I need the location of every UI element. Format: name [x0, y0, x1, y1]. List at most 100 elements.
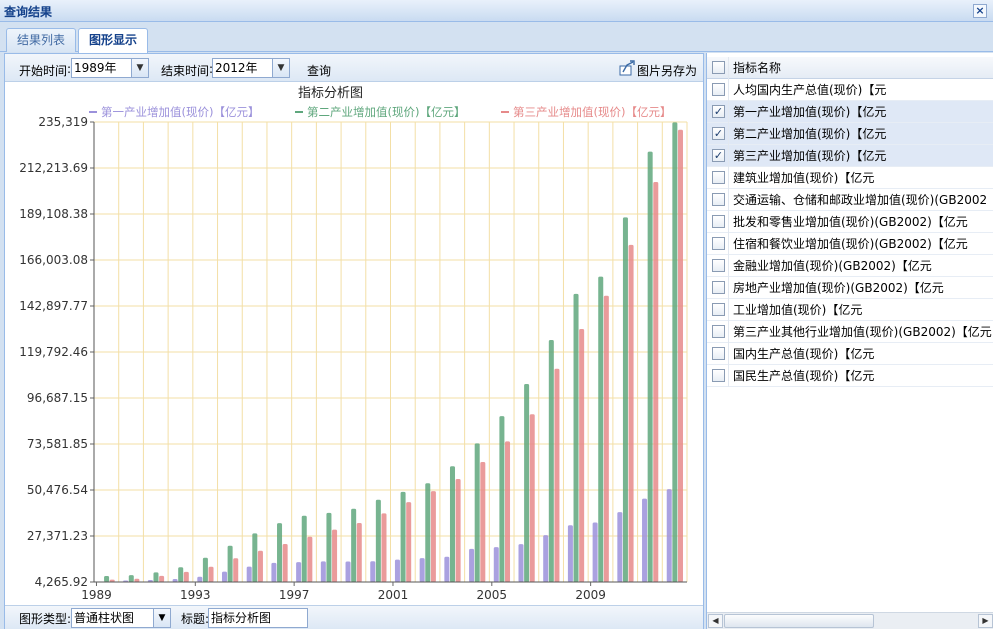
list-item[interactable]: 国内生产总值(现价)【亿元 — [707, 343, 993, 365]
bar — [455, 478, 461, 582]
chart-type-select[interactable]: 普通柱状图 ▼ — [71, 608, 171, 628]
start-time-select[interactable]: 1989年 ▼ — [71, 58, 149, 78]
end-time-select[interactable]: 2012年 ▼ — [212, 58, 290, 78]
bar — [449, 466, 455, 582]
indicator-checkbox[interactable] — [712, 193, 725, 206]
bar — [444, 556, 450, 582]
chart-area: 4,265.92 27,371.23 50,476.54 73,581.85 96,68… — [5, 83, 703, 604]
x-tick-label: 2005 — [477, 588, 508, 602]
list-item[interactable]: 房地产业增加值(现价)(GB2002)【亿元 — [707, 277, 993, 299]
indicator-name: 第三产业其他行业增加值(现价)(GB2002)【亿元 — [733, 325, 992, 339]
bar — [474, 443, 480, 582]
indicator-name: 第二产业增加值(现价)【亿元 — [733, 127, 887, 141]
x-tick-label: 1993 — [180, 588, 211, 602]
list-item[interactable]: ✓ 第二产业增加值(现价)【亿元 — [707, 123, 993, 145]
save-image-icon[interactable] — [619, 60, 635, 76]
bar — [183, 571, 189, 582]
horizontal-scrollbar[interactable]: ◀ ▶ — [707, 612, 993, 629]
indicator-checkbox[interactable]: ✓ — [712, 105, 725, 118]
list-item[interactable]: 人均国内生产总值(现价)【元 — [707, 79, 993, 101]
bar — [480, 461, 486, 582]
bar — [178, 567, 184, 582]
start-time-value: 1989年 — [74, 61, 117, 75]
list-item[interactable]: 交通运输、仓储和邮政业增加值(现价)(GB2002 — [707, 189, 993, 211]
bar — [499, 416, 505, 582]
x-tick-label: 2001 — [378, 588, 409, 602]
indicator-checkbox[interactable] — [712, 303, 725, 316]
indicator-checkbox[interactable] — [712, 325, 725, 338]
bar — [622, 217, 628, 582]
indicator-checkbox[interactable] — [712, 259, 725, 272]
indicator-checkbox[interactable] — [712, 237, 725, 250]
chart-toolbar: 开始时间 : 1989年 ▼ 结束时间 : 2012年 ▼ 查询 图片另存为 — [5, 54, 703, 82]
indicator-checkbox[interactable]: ✓ — [712, 149, 725, 162]
indicator-checkbox[interactable]: ✓ — [712, 127, 725, 140]
indicator-column-header: 指标名称 — [733, 61, 782, 75]
indicator-name: 建筑业增加值(现价)【亿元 — [733, 171, 875, 185]
bar — [573, 293, 579, 582]
indicator-name: 国内生产总值(现价)【亿元 — [733, 347, 875, 361]
bar — [579, 329, 585, 582]
indicator-checkbox[interactable] — [712, 369, 725, 382]
indicator-checkbox[interactable] — [712, 215, 725, 228]
y-tick-label: 50,476.54 — [27, 483, 88, 497]
bar — [104, 576, 110, 582]
indicator-checkbox[interactable] — [712, 171, 725, 184]
window-title: 查询结果 — [4, 5, 53, 19]
chart-type-label: 图形类型: — [19, 612, 72, 626]
bar — [246, 566, 252, 582]
bar — [227, 545, 233, 582]
y-tick-label: 4,265.92 — [35, 575, 88, 589]
bar — [233, 558, 239, 582]
indicator-checkbox[interactable] — [712, 83, 725, 96]
indicator-name: 批发和零售业增加值(现价)(GB2002)【亿元 — [733, 215, 968, 229]
list-item[interactable]: ✓ 第三产业增加值(现价)【亿元 — [707, 145, 993, 167]
save-image-button[interactable]: 图片另存为 — [637, 62, 697, 79]
indicator-checkbox[interactable] — [712, 347, 725, 360]
close-icon[interactable]: × — [973, 4, 987, 18]
list-item[interactable]: 工业增加值(现价)【亿元 — [707, 299, 993, 321]
list-item[interactable]: 住宿和餐饮业增加值(现价)(GB2002)【亿元 — [707, 233, 993, 255]
bar — [320, 561, 326, 582]
select-all-checkbox[interactable] — [712, 61, 725, 74]
bar — [554, 368, 560, 582]
list-item[interactable]: 金融业增加值(现价)(GB2002)【亿元 — [707, 255, 993, 277]
list-item[interactable]: 批发和零售业增加值(现价)(GB2002)【亿元 — [707, 211, 993, 233]
x-tick-label: 2009 — [575, 588, 606, 602]
indicator-name: 人均国内生产总值(现价)【元 — [733, 83, 887, 97]
bar — [505, 441, 511, 582]
scroll-right-icon[interactable]: ▶ — [978, 614, 993, 628]
bar — [628, 244, 634, 582]
bar — [296, 562, 302, 582]
tab-result-list[interactable]: 结果列表 — [6, 28, 77, 52]
bar — [375, 499, 381, 582]
bar — [642, 498, 648, 582]
scroll-left-icon[interactable]: ◀ — [708, 614, 723, 628]
chevron-down-icon[interactable]: ▼ — [153, 609, 170, 627]
bar — [159, 575, 165, 582]
bar — [197, 576, 203, 582]
chevron-down-icon[interactable]: ▼ — [272, 59, 289, 77]
tab-strip: 结果列表 图形显示 — [0, 24, 993, 53]
indicator-checkbox[interactable] — [712, 281, 725, 294]
chart-title: 指标分析图 — [298, 86, 363, 101]
bar — [277, 523, 283, 582]
chevron-down-icon[interactable]: ▼ — [131, 59, 148, 77]
list-item[interactable]: ✓ 第一产业增加值(现价)【亿元 — [707, 101, 993, 123]
y-tick-label: 142,897.77 — [19, 299, 88, 313]
indicator-name: 第三产业增加值(现价)【亿元 — [733, 149, 887, 163]
scrollbar-thumb[interactable] — [724, 614, 874, 628]
y-tick-label: 212,213.69 — [19, 161, 88, 175]
tab-chart-view[interactable]: 图形显示 — [78, 28, 149, 53]
list-item[interactable]: 第三产业其他行业增加值(现价)(GB2002)【亿元 — [707, 321, 993, 343]
list-item[interactable]: 建筑业增加值(现价)【亿元 — [707, 167, 993, 189]
query-button[interactable]: 查询 — [307, 62, 331, 79]
indicator-list-header: 指标名称 — [707, 57, 993, 79]
indicator-name: 第一产业增加值(现价)【亿元 — [733, 105, 887, 119]
bar — [425, 483, 431, 582]
bar — [524, 383, 530, 582]
list-item[interactable]: 国民生产总值(现价)【亿元 — [707, 365, 993, 387]
bar — [548, 339, 554, 582]
chart-title-input[interactable]: 指标分析图 — [208, 608, 308, 628]
chart-title-label: 标题: — [181, 612, 210, 626]
